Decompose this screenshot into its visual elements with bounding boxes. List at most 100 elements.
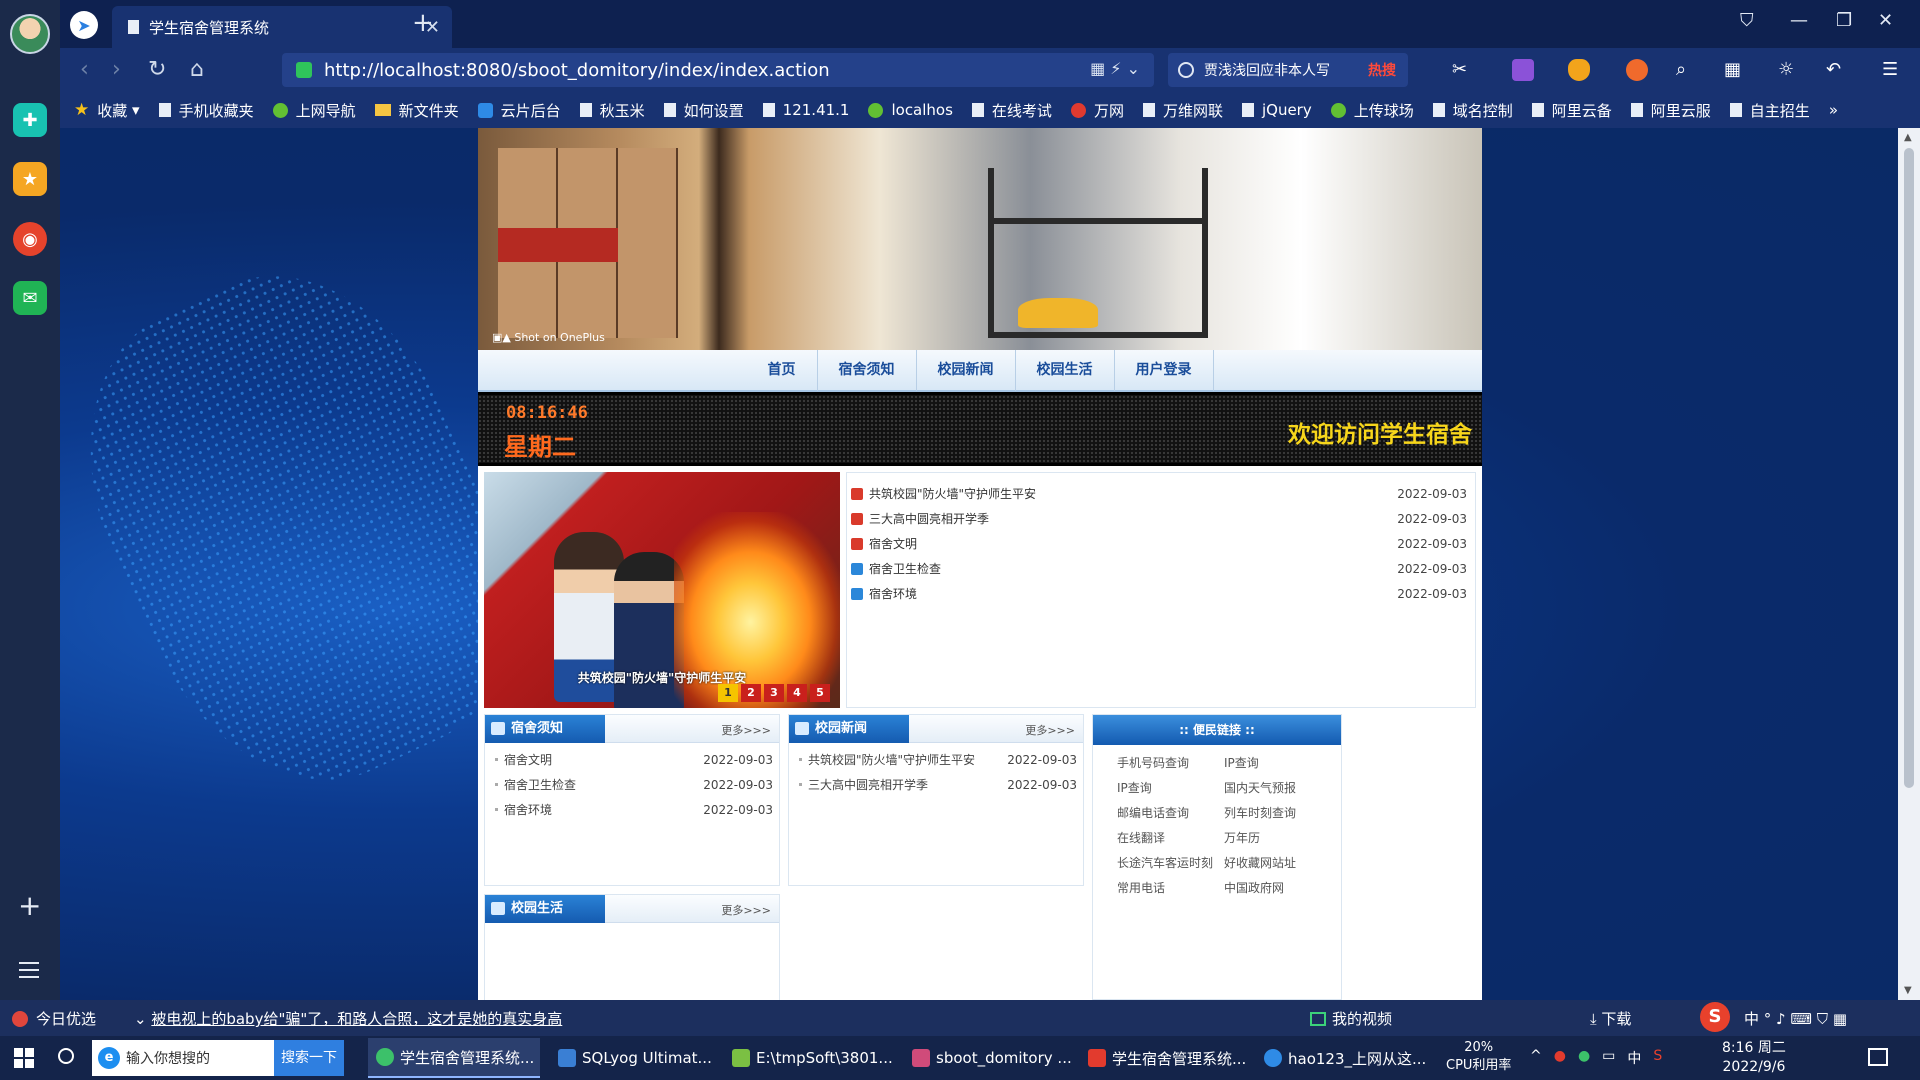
sogou-ime-icon[interactable]: S — [1700, 1002, 1730, 1032]
reload-icon[interactable]: ↻ — [148, 57, 166, 82]
list-item[interactable]: 三大高中圆亮相开学季 2022-09-03 — [799, 772, 1077, 797]
address-extensions-icon[interactable]: ▦ ⚡ ⌄ — [1090, 59, 1140, 78]
bookmark-item[interactable]: 上传球场 — [1330, 100, 1414, 121]
bookmarks-more-button[interactable]: » — [1829, 101, 1838, 119]
cut-scissors-icon[interactable]: ✂ — [1452, 59, 1474, 81]
news-slideshow[interactable]: 共筑校园"防火墙"守护师生平安 1 2 3 4 5 — [484, 472, 840, 708]
windows-start-icon[interactable] — [14, 1048, 34, 1068]
address-bar[interactable]: http://localhost:8080/sboot_domitory/ind… — [282, 53, 1154, 87]
download-button[interactable]: ⤓ 下载 — [1590, 1008, 1631, 1029]
nav-user-login[interactable]: 用户登录 — [1115, 349, 1214, 391]
link-item[interactable]: 中国政府网 — [1224, 876, 1331, 901]
list-item[interactable]: 宿舍文明 2022-09-03 — [495, 747, 773, 772]
bookmark-item[interactable]: 手机收藏夹 — [158, 100, 254, 121]
list-item[interactable]: 宿舍卫生检查 2022-09-03 — [495, 772, 773, 797]
add-app-icon[interactable]: + — [18, 892, 41, 920]
translate-icon[interactable] — [1512, 59, 1534, 81]
system-tray[interactable]: ^ ● ● ▭ 中 S — [1530, 1048, 1662, 1068]
nav-campus-life[interactable]: 校园生活 — [1016, 349, 1115, 391]
bookmark-item[interactable]: 新文件夹 — [374, 100, 459, 121]
restore-icon[interactable]: ❐ — [1836, 10, 1852, 31]
more-link[interactable]: 更多>>> — [721, 722, 771, 738]
link-item[interactable]: 常用电话 — [1117, 876, 1224, 901]
link-item[interactable]: 邮编电话查询 — [1117, 801, 1224, 826]
today-picks[interactable]: 今日优选 — [12, 1008, 96, 1029]
slide-page-button[interactable]: 5 — [810, 684, 830, 702]
back-icon[interactable]: ‹ — [80, 57, 89, 82]
list-item[interactable]: 共筑校园"防火墙"守护师生平安 2022-09-03 — [851, 481, 1467, 506]
bookmark-item[interactable]: 自主招生 — [1729, 100, 1810, 121]
bookmark-item[interactable]: 云片后台 — [477, 100, 561, 121]
search-text[interactable]: 贾浅浅回应非本人写 — [1204, 60, 1364, 80]
taskbar-app-hao123[interactable]: hao123_上网从这... — [1256, 1038, 1428, 1078]
notification-icon[interactable] — [1868, 1048, 1888, 1066]
app-icon-plus-green[interactable]: ✚ — [13, 103, 47, 137]
nav-dorm-notice[interactable]: 宿舍须知 — [818, 349, 917, 391]
taskbar-app-sqlyog[interactable]: SQLyog Ultimat... — [550, 1038, 722, 1078]
taskbar-search-input[interactable]: e 输入你想搜的 — [92, 1040, 274, 1076]
bookmark-favorites[interactable]: ★ 收藏 ▾ — [74, 100, 140, 121]
link-item[interactable]: 列车时刻查询 — [1224, 801, 1331, 826]
brightness-icon[interactable]: ☼ — [1778, 59, 1800, 81]
link-item[interactable]: 国内天气预报 — [1224, 776, 1331, 801]
page-scrollbar[interactable]: ▲ ▼ — [1898, 128, 1920, 1000]
bookmark-item[interactable]: 上网导航 — [272, 100, 356, 121]
slide-page-button[interactable]: 1 — [718, 684, 738, 702]
bookmark-item[interactable]: 秋玉米 — [579, 100, 645, 121]
taskbar-app-browser[interactable]: 学生宿舍管理系统... — [368, 1038, 540, 1078]
hot-search-badge[interactable]: 热搜 — [1368, 60, 1396, 80]
taskbar-app-ide[interactable]: sboot_domitory ... — [904, 1038, 1076, 1078]
link-item[interactable]: IP查询 — [1224, 751, 1331, 776]
nav-campus-news[interactable]: 校园新闻 — [917, 349, 1016, 391]
bookmark-item[interactable]: localhos — [868, 101, 953, 119]
bookmark-item[interactable]: 域名控制 — [1432, 100, 1513, 121]
scroll-up-icon[interactable]: ▲ — [1904, 132, 1912, 143]
close-window-icon[interactable]: ✕ — [1878, 10, 1893, 31]
bookmark-item[interactable]: 在线考试 — [971, 100, 1052, 121]
slide-page-button[interactable]: 4 — [787, 684, 807, 702]
more-link[interactable]: 更多>>> — [721, 902, 771, 918]
taskbar-search-icon[interactable] — [58, 1048, 74, 1064]
ime-toolbar[interactable]: 中 ° ♪ ⌨ ⛉ ▦ — [1744, 1008, 1847, 1029]
bookmark-item[interactable]: 如何设置 — [663, 100, 744, 121]
list-item[interactable]: 宿舍环境 2022-09-03 — [495, 797, 773, 822]
link-item[interactable]: 在线翻译 — [1117, 826, 1224, 851]
grid-apps-icon[interactable]: ▦ — [1724, 59, 1746, 81]
taskbar-app-explorer[interactable]: E:\tmpSoft\3801... — [724, 1038, 896, 1078]
nav-home[interactable]: 首页 — [747, 349, 818, 391]
user-avatar[interactable] — [10, 14, 50, 54]
scrollbar-thumb[interactable] — [1904, 148, 1914, 788]
menu-icon[interactable]: ☰ — [1882, 59, 1904, 81]
bookmark-item[interactable]: 阿里云备 — [1531, 100, 1612, 121]
list-item[interactable]: 宿舍文明 2022-09-03 — [851, 531, 1467, 556]
link-item[interactable]: 好收藏网站址 — [1224, 851, 1331, 876]
browser-tab[interactable]: 学生宿舍管理系统 ✕ — [112, 6, 452, 48]
shield-icon[interactable] — [1568, 59, 1590, 81]
bookmark-item[interactable]: 阿里云服 — [1630, 100, 1711, 121]
my-video-button[interactable]: 我的视频 — [1310, 1008, 1392, 1029]
taskbar-search-button[interactable]: 搜索一下 — [274, 1040, 344, 1076]
game-icon[interactable] — [1626, 59, 1648, 81]
slide-page-button[interactable]: 2 — [741, 684, 761, 702]
bookmark-item[interactable]: 121.41.1 — [762, 101, 849, 119]
link-item[interactable]: 万年历 — [1224, 826, 1331, 851]
browser-logo-icon[interactable]: ➤ — [70, 11, 98, 39]
search-box[interactable]: 贾浅浅回应非本人写 热搜 — [1168, 53, 1408, 87]
more-link[interactable]: 更多>>> — [1025, 722, 1075, 738]
taskbar-app-browser-2[interactable]: 学生宿舍管理系统... — [1080, 1038, 1252, 1078]
home-icon[interactable]: ⌂ — [190, 57, 204, 82]
new-tab-icon[interactable]: + — [412, 8, 434, 38]
minimize-icon[interactable]: — — [1790, 10, 1808, 31]
news-ticker-link[interactable]: ⌄ 被电视上的baby给"骗"了，和路人合照，这才是她的真实身高 — [134, 1008, 562, 1029]
link-item[interactable]: IP查询 — [1117, 776, 1224, 801]
forward-icon[interactable]: › — [112, 57, 121, 82]
magnifier-icon[interactable]: ⌕ — [1676, 59, 1698, 81]
link-item[interactable]: 手机号码查询 — [1117, 751, 1224, 776]
bookmark-item[interactable]: 万维网联 — [1142, 100, 1223, 121]
scroll-down-icon[interactable]: ▼ — [1904, 985, 1912, 996]
url-text[interactable]: http://localhost:8080/sboot_domitory/ind… — [324, 60, 830, 81]
taskbar-clock[interactable]: 8:16 周二 2022/9/6 — [1722, 1039, 1786, 1077]
menu-list-icon[interactable] — [19, 962, 39, 983]
mail-icon[interactable]: ✉ — [13, 281, 47, 315]
bookmark-item[interactable]: 万网 — [1070, 100, 1124, 121]
